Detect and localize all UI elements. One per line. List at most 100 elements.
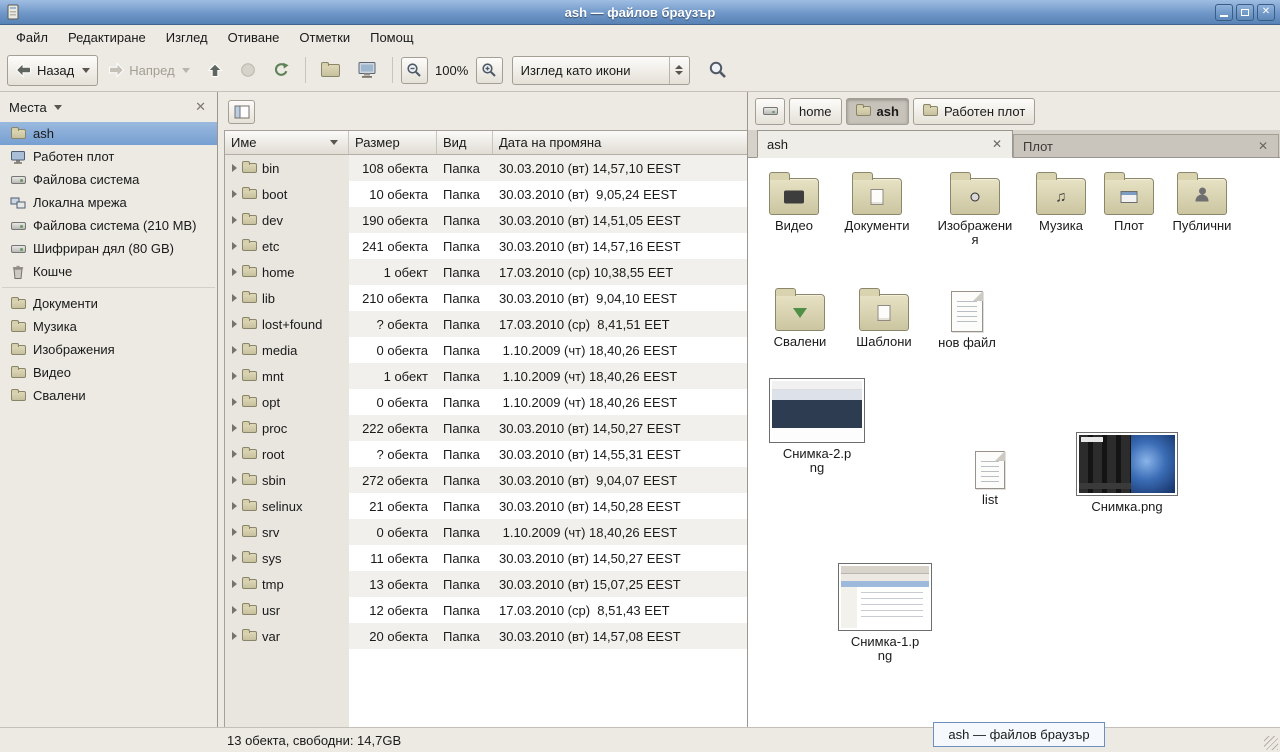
expander-icon[interactable] bbox=[232, 268, 237, 276]
menu-help[interactable]: Помощ bbox=[360, 27, 423, 48]
menu-file[interactable]: Файл bbox=[6, 27, 58, 48]
tab-close-button[interactable]: ✕ bbox=[1257, 139, 1269, 153]
icon-item-pictures[interactable]: Изображения bbox=[937, 170, 1013, 247]
table-row-opt[interactable]: opt0 обектаПапка 1.10.2009 (чт) 18,40,26… bbox=[225, 389, 747, 415]
expander-icon[interactable] bbox=[232, 476, 237, 484]
pane-toggle-button[interactable] bbox=[228, 100, 255, 124]
sidebar-item-documents[interactable]: Документи bbox=[0, 292, 217, 315]
table-row-dev[interactable]: dev190 обектаПапка30.03.2010 (вт) 14,51,… bbox=[225, 207, 747, 233]
column-header-size[interactable]: Размер bbox=[349, 131, 437, 154]
forward-button[interactable]: Напред bbox=[101, 55, 196, 86]
expander-icon[interactable] bbox=[232, 398, 237, 406]
expander-icon[interactable] bbox=[232, 450, 237, 458]
menu-view[interactable]: Изглед bbox=[156, 27, 218, 48]
path-root-button[interactable] bbox=[755, 98, 785, 125]
tab-plot[interactable]: Плот ✕ bbox=[1013, 134, 1279, 157]
icon-view[interactable]: Видео Документи Изображения ♫ Музика Пло… bbox=[748, 158, 1280, 727]
icon-item-snimka[interactable]: Снимка.png bbox=[1078, 432, 1176, 514]
minimize-button[interactable] bbox=[1215, 4, 1233, 21]
expander-icon[interactable] bbox=[232, 320, 237, 328]
icon-item-music[interactable]: ♫ Музика bbox=[1023, 170, 1099, 233]
sidebar-item-downloads[interactable]: Свалени bbox=[0, 384, 217, 407]
resize-grip[interactable] bbox=[1264, 736, 1278, 750]
sidebar-item-encrypted-80gb[interactable]: Шифриран дял (80 GB) bbox=[0, 237, 217, 260]
column-header-name[interactable]: Име bbox=[225, 131, 349, 154]
expander-icon[interactable] bbox=[232, 372, 237, 380]
sidebar-item-pictures[interactable]: Изображения bbox=[0, 338, 217, 361]
table-row-media[interactable]: media0 обектаПапка 1.10.2009 (чт) 18,40,… bbox=[225, 337, 747, 363]
expander-icon[interactable] bbox=[232, 606, 237, 614]
expander-icon[interactable] bbox=[232, 502, 237, 510]
expander-icon[interactable] bbox=[232, 554, 237, 562]
sidebar-title-dropdown[interactable]: Места bbox=[9, 100, 62, 115]
titlebar[interactable]: ash — файлов браузър ✕ bbox=[0, 0, 1280, 25]
icon-item-snimka2[interactable]: Снимка-2.png bbox=[768, 378, 866, 475]
column-header-date[interactable]: Дата на промяна bbox=[493, 131, 747, 154]
sidebar-item-volume-210mb[interactable]: Файлова система (210 MB) bbox=[0, 214, 217, 237]
icon-item-desktop-folder[interactable]: Плот bbox=[1091, 170, 1167, 233]
reload-button[interactable] bbox=[266, 55, 297, 86]
path-ash-button[interactable]: ash bbox=[846, 98, 909, 125]
menu-bookmarks[interactable]: Отметки bbox=[289, 27, 360, 48]
path-home-button[interactable]: home bbox=[789, 98, 842, 125]
column-header-type[interactable]: Вид bbox=[437, 131, 493, 154]
expander-icon[interactable] bbox=[232, 424, 237, 432]
tab-close-button[interactable]: ✕ bbox=[991, 137, 1003, 151]
sidebar-item-trash[interactable]: Кошче bbox=[0, 260, 217, 283]
menu-edit[interactable]: Редактиране bbox=[58, 27, 156, 48]
menu-go[interactable]: Отиване bbox=[218, 27, 290, 48]
table-row-selinux[interactable]: selinux21 обектаПапка30.03.2010 (вт) 14,… bbox=[225, 493, 747, 519]
maximize-button[interactable] bbox=[1236, 4, 1254, 21]
sidebar-item-ash[interactable]: ash bbox=[0, 122, 217, 145]
home-button[interactable] bbox=[314, 55, 347, 86]
up-button[interactable] bbox=[200, 55, 230, 86]
table-row-sys[interactable]: sys11 обектаПапка30.03.2010 (вт) 14,50,2… bbox=[225, 545, 747, 571]
table-row-usr[interactable]: usr12 обектаПапка17.03.2010 (ср) 8,51,43… bbox=[225, 597, 747, 623]
expander-icon[interactable] bbox=[232, 190, 237, 198]
table-row-tmp[interactable]: tmp13 обектаПапка30.03.2010 (вт) 15,07,2… bbox=[225, 571, 747, 597]
sidebar-item-network[interactable]: Локална мрежа bbox=[0, 191, 217, 214]
view-mode-dropdown[interactable]: Изглед като икони bbox=[512, 56, 690, 85]
zoom-in-button[interactable] bbox=[476, 57, 503, 84]
sidebar-item-desktop[interactable]: Работен плот bbox=[0, 145, 217, 168]
sidebar-item-filesystem[interactable]: Файлова система bbox=[0, 168, 217, 191]
sidebar-item-music[interactable]: Музика bbox=[0, 315, 217, 338]
table-row-bin[interactable]: bin108 обектаПапка30.03.2010 (вт) 14,57,… bbox=[225, 155, 747, 181]
expander-icon[interactable] bbox=[232, 528, 237, 536]
table-row-etc[interactable]: etc241 обектаПапка30.03.2010 (вт) 14,57,… bbox=[225, 233, 747, 259]
icon-item-public[interactable]: Публични bbox=[1164, 170, 1240, 233]
table-row-lib[interactable]: lib210 обектаПапка30.03.2010 (вт) 9,04,1… bbox=[225, 285, 747, 311]
table-row-proc[interactable]: proc222 обектаПапка30.03.2010 (вт) 14,50… bbox=[225, 415, 747, 441]
icon-item-documents[interactable]: Документи bbox=[839, 170, 915, 233]
stop-button[interactable] bbox=[233, 55, 263, 86]
table-row-var[interactable]: var20 обектаПапка30.03.2010 (вт) 14,57,0… bbox=[225, 623, 747, 649]
icon-item-new-file[interactable]: нов файл bbox=[929, 286, 1005, 350]
expander-icon[interactable] bbox=[232, 164, 237, 172]
table-row-boot[interactable]: boot10 обектаПапка30.03.2010 (вт) 9,05,2… bbox=[225, 181, 747, 207]
expander-icon[interactable] bbox=[232, 242, 237, 250]
icon-item-snimka1[interactable]: Снимка-1.png bbox=[836, 563, 934, 663]
table-row-home[interactable]: home1 обектПапка17.03.2010 (ср) 10,38,55… bbox=[225, 259, 747, 285]
table-row-lost-found[interactable]: lost+found? обектаПапка17.03.2010 (ср) 8… bbox=[225, 311, 747, 337]
computer-button[interactable] bbox=[350, 55, 384, 86]
sidebar-close-button[interactable]: ✕ bbox=[193, 99, 208, 115]
tab-ash[interactable]: ash ✕ bbox=[757, 130, 1013, 158]
expander-icon[interactable] bbox=[232, 216, 237, 224]
search-button[interactable] bbox=[701, 55, 735, 86]
icon-item-downloads[interactable]: Свалени bbox=[762, 286, 838, 349]
table-row-srv[interactable]: srv0 обектаПапка 1.10.2009 (чт) 18,40,26… bbox=[225, 519, 747, 545]
zoom-out-button[interactable] bbox=[401, 57, 428, 84]
expander-icon[interactable] bbox=[232, 346, 237, 354]
expander-icon[interactable] bbox=[232, 294, 237, 302]
icon-item-list-file[interactable]: list bbox=[952, 446, 1028, 507]
table-row-root[interactable]: root? обектаПапка30.03.2010 (вт) 14,55,3… bbox=[225, 441, 747, 467]
expander-icon[interactable] bbox=[232, 632, 237, 640]
close-button[interactable]: ✕ bbox=[1257, 4, 1275, 21]
expander-icon[interactable] bbox=[232, 580, 237, 588]
path-desktop-button[interactable]: Работен плот bbox=[913, 98, 1035, 125]
icon-item-templates[interactable]: Шаблони bbox=[846, 286, 922, 349]
icon-item-videos[interactable]: Видео bbox=[756, 170, 832, 233]
sidebar-item-videos[interactable]: Видео bbox=[0, 361, 217, 384]
table-row-sbin[interactable]: sbin272 обектаПапка30.03.2010 (вт) 9,04,… bbox=[225, 467, 747, 493]
table-row-mnt[interactable]: mnt1 обектПапка 1.10.2009 (чт) 18,40,26 … bbox=[225, 363, 747, 389]
